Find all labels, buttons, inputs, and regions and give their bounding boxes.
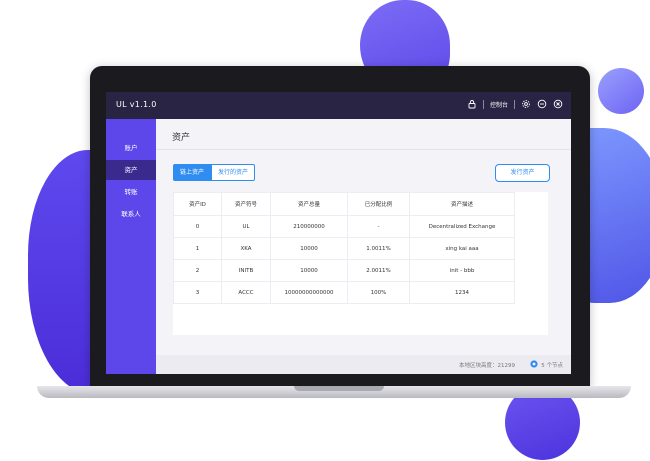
cell-asset-symbol: ACCC (221, 281, 271, 304)
app-title: UL v1.1.0 (116, 100, 157, 109)
cell-asset-id: 1 (173, 237, 222, 260)
gear-icon[interactable] (521, 99, 531, 109)
cell-asset-supply: 10000 (270, 259, 348, 282)
console-button[interactable]: 控制台 (490, 100, 508, 109)
close-icon[interactable] (553, 99, 563, 109)
titlebar: UL v1.1.0 控制台 (106, 92, 571, 119)
tab-issued-assets[interactable]: 发行的资产 (211, 164, 256, 181)
cell-asset-id: 0 (173, 215, 222, 238)
page-title: 资产 (172, 133, 191, 143)
cell-asset-description: xing kai aaa (409, 237, 515, 260)
assets-table: 资产ID 资产符号 资产总量 已分配比例 资产描述 0 UL 210000000… (173, 192, 515, 304)
cell-asset-supply: 210000000 (270, 215, 348, 238)
column-header: 已分配比例 (347, 192, 410, 216)
cell-asset-description: init - bbb (409, 259, 515, 282)
column-header: 资产描述 (409, 192, 515, 216)
status-bar: 本地区块高度：21299 5 个节点 (156, 355, 571, 374)
sidebar-item-assets[interactable]: 资产 (106, 160, 156, 180)
titlebar-controls: 控制台 (467, 99, 563, 109)
sidebar-item-transfer[interactable]: 转账 (106, 182, 156, 202)
decor-blob-topright (598, 68, 644, 114)
table-row[interactable]: 0 UL 210000000 - Decentralized Exchange (173, 215, 515, 238)
cell-asset-description: Decentralized Exchange (409, 215, 515, 238)
table-row[interactable]: 2 INITB 10000 2.0011% init - bbb (173, 259, 515, 282)
cell-asset-id: 3 (173, 281, 222, 304)
table-row[interactable]: 3 ACCC 10000000000000 100% 1234 (173, 281, 515, 304)
laptop-notch (294, 386, 384, 391)
cell-allocated-ratio: 2.0011% (347, 259, 410, 282)
cell-asset-supply: 10000 (270, 237, 348, 260)
main-panel: 资产 链上资产 发行的资产 发行资产 资产ID 资产符号 资产总量 已分配比例 … (156, 119, 571, 374)
cell-asset-description: 1234 (409, 281, 515, 304)
cell-asset-id: 2 (173, 259, 222, 282)
column-header: 资产符号 (221, 192, 271, 216)
node-count-status: 5 个节点 (530, 360, 563, 370)
title-divider (156, 149, 571, 150)
sidebar: 账户 资产 转账 联系人 (106, 119, 156, 374)
cell-allocated-ratio: 100% (347, 281, 410, 304)
minimize-icon[interactable] (537, 99, 547, 109)
table-header-row: 资产ID 资产符号 资产总量 已分配比例 资产描述 (173, 192, 515, 216)
sidebar-item-contacts[interactable]: 联系人 (106, 204, 156, 224)
tab-onchain-assets[interactable]: 链上资产 (173, 164, 212, 181)
asset-tabs: 链上资产 发行的资产 (173, 164, 256, 181)
app-window: UL v1.1.0 控制台 账户 资产 转账 联系人 资产 链上资产 发行的资产… (106, 92, 571, 374)
cell-asset-symbol: INITB (221, 259, 271, 282)
node-count-label: 5 个节点 (541, 363, 563, 369)
column-header: 资产ID (173, 192, 222, 216)
column-header: 资产总量 (270, 192, 348, 216)
cell-asset-supply: 10000000000000 (270, 281, 348, 304)
lock-icon[interactable] (467, 99, 477, 109)
network-icon (530, 360, 538, 370)
table-row[interactable]: 1 XKA 10000 1.0011% xing kai aaa (173, 237, 515, 260)
cell-asset-symbol: UL (221, 215, 271, 238)
cell-asset-symbol: XKA (221, 237, 271, 260)
block-height-status: 本地区块高度：21299 (459, 363, 515, 369)
cell-allocated-ratio: - (347, 215, 410, 238)
titlebar-divider (514, 99, 515, 109)
assets-table-card: 资产ID 资产符号 资产总量 已分配比例 资产描述 0 UL 210000000… (173, 192, 548, 335)
issue-asset-button[interactable]: 发行资产 (495, 164, 550, 182)
sidebar-item-account[interactable]: 账户 (106, 138, 156, 158)
titlebar-divider (482, 99, 484, 109)
cell-allocated-ratio: 1.0011% (347, 237, 410, 260)
